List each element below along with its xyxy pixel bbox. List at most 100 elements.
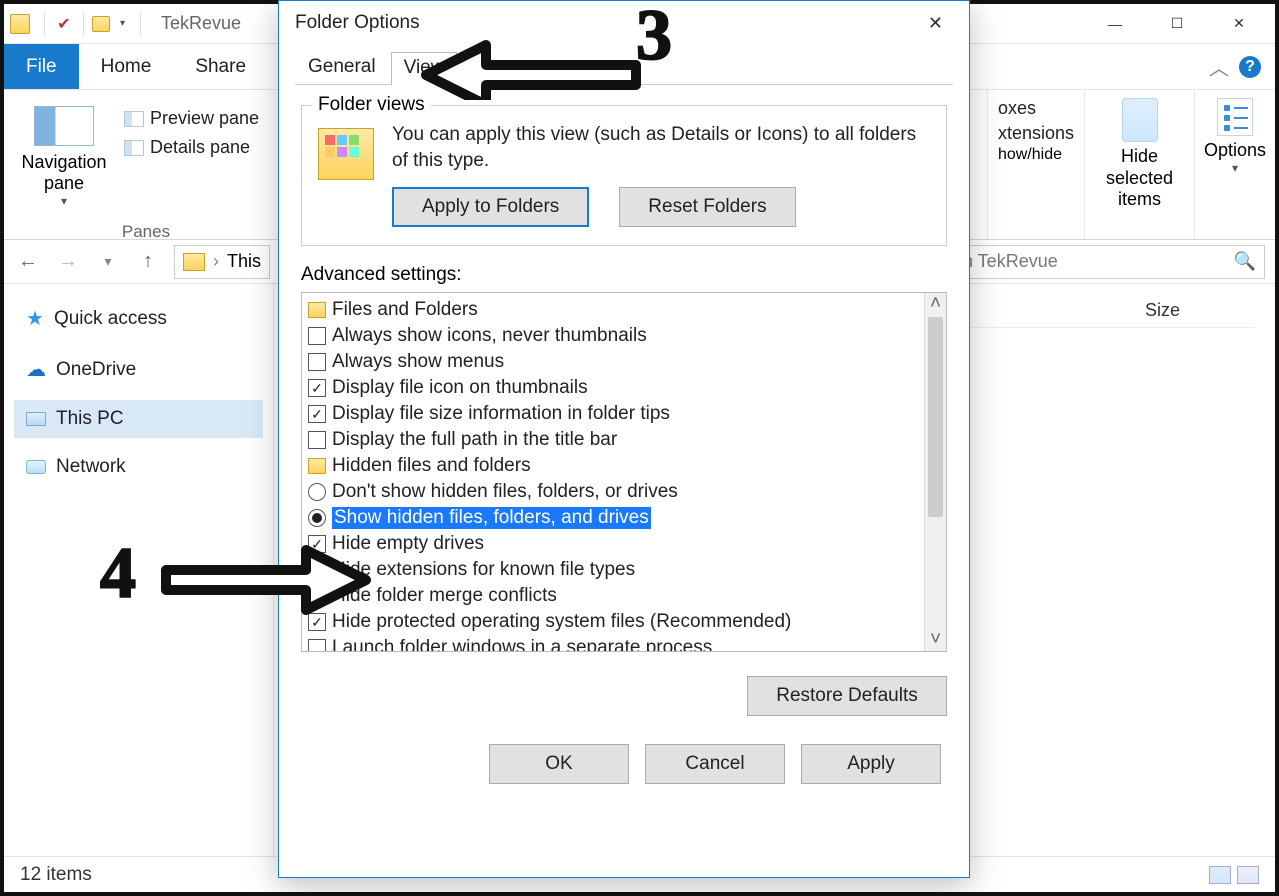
help-icon[interactable]: ? [1239,56,1261,78]
sidebar-item-thispc[interactable]: This PC [14,400,263,438]
tab-share[interactable]: Share [173,44,268,89]
checkbox-icon[interactable] [308,353,326,371]
history-dropdown-icon[interactable]: ▾ [94,248,122,276]
apply-to-folders-button[interactable]: Apply to Folders [392,187,589,227]
folder-views-group: Folder views You can apply this view (su… [301,105,947,246]
ribbon-group-label-panes: Panes [26,222,266,242]
sidebar-item-quickaccess[interactable]: ★Quick access [14,298,263,339]
network-icon [26,460,46,474]
folder-icon [308,458,326,474]
close-button[interactable]: ✕ [1209,7,1269,41]
tree-item-label: Display the full path in the title bar [332,429,617,451]
preview-pane-button[interactable]: Preview pane [122,104,261,133]
tree-item-label: Show hidden files, folders, and drives [332,507,651,529]
checkbox-icon[interactable] [308,327,326,345]
ribbon-text: oxes [998,96,1074,121]
tree-checkbox-item[interactable]: Display file icon on thumbnails [308,375,940,401]
tree-item-label: Display file size information in folder … [332,403,670,425]
tree-subheader: Hidden files and folders [332,455,531,477]
hide-selected-button[interactable]: Hide selected items [1095,146,1184,211]
checkbox-icon[interactable] [308,639,326,652]
view-icons-icon[interactable] [1237,866,1259,884]
scroll-down-icon[interactable]: ˅ [925,629,946,651]
qat-dropdown-icon[interactable]: ▾ [120,18,132,29]
tree-checkbox-item[interactable]: Display file size information in folder … [308,401,940,427]
tree-item-label: Hide protected operating system files (R… [332,611,791,633]
tree-checkbox-item[interactable]: Display the full path in the title bar [308,427,940,453]
tab-general[interactable]: General [295,51,389,84]
ok-button[interactable]: OK [489,744,629,784]
tree-item-label: Launch folder windows in a separate proc… [332,637,712,652]
scroll-thumb[interactable] [928,317,943,517]
apply-button[interactable]: Apply [801,744,941,784]
checkbox-icon[interactable] [308,431,326,449]
annotation-arrow-3 [416,30,646,100]
checkbox-icon[interactable] [308,405,326,423]
qat-newfolder-icon[interactable] [92,16,110,32]
tree-checkbox-item[interactable]: Always show menus [308,349,940,375]
tree-radio-item[interactable]: Show hidden files, folders, and drives [308,505,940,531]
ribbon-group-label-showhide: how/hide [998,146,1074,164]
tab-file[interactable]: File [4,44,79,89]
star-icon: ★ [26,306,44,331]
preview-pane-icon [124,111,144,127]
tree-checkbox-item[interactable]: Hide empty drives [308,531,940,557]
folder-icon [10,14,30,34]
restore-defaults-button[interactable]: Restore Defaults [747,676,947,716]
tree-checkbox-item[interactable]: Always show icons, never thumbnails [308,323,940,349]
separator [83,12,84,36]
tree-checkbox-item[interactable]: Launch folder windows in a separate proc… [308,635,940,652]
options-button[interactable]: Options [1204,140,1266,161]
separator [140,12,141,36]
sidebar-item-onedrive[interactable]: ☁OneDrive [14,349,263,390]
navigation-pane-icon [34,106,94,146]
ribbon-text: xtensions [998,121,1074,146]
status-text: 12 items [20,864,92,886]
back-button[interactable]: ← [14,248,42,276]
annotation-number-4: 4 [100,532,136,615]
radio-icon[interactable] [308,509,326,527]
tree-scrollbar[interactable]: ˄ ˅ [924,293,946,651]
tree-checkbox-item[interactable]: Hide extensions for known file types [308,557,940,583]
tree-checkbox-item[interactable]: Hide protected operating system files (R… [308,609,940,635]
separator [44,12,45,36]
cloud-icon: ☁ [26,357,46,382]
annotation-arrow-4 [156,540,376,620]
group-legend: Folder views [312,94,431,116]
tree-root-label: Files and Folders [332,299,478,321]
up-button[interactable]: ↑ [134,248,162,276]
qat-properties-icon[interactable] [53,13,75,35]
pc-icon [26,412,46,426]
dialog-close-button[interactable]: ✕ [918,9,953,38]
tree-radio-item[interactable]: Don't show hidden files, folders, or dri… [308,479,940,505]
hide-selected-icon [1122,98,1158,142]
search-input[interactable]: ch TekRevue 🔍 [945,245,1265,279]
ribbon-collapse-icon[interactable]: ︿ [1209,52,1229,81]
tree-checkbox-item[interactable]: Hide folder merge conflicts [308,583,940,609]
cancel-button[interactable]: Cancel [645,744,785,784]
advanced-settings-label: Advanced settings: [301,264,947,286]
scroll-up-icon[interactable]: ˄ [925,293,946,315]
minimize-button[interactable]: — [1085,7,1145,41]
tree-item-label: Always show menus [332,351,504,373]
reset-folders-button[interactable]: Reset Folders [619,187,795,227]
options-icon [1217,98,1253,136]
view-details-icon[interactable] [1209,866,1231,884]
tree-item-label: Hide extensions for known file types [332,559,635,581]
folder-icon [183,253,205,271]
radio-icon[interactable] [308,483,326,501]
tree-item-label: Display file icon on thumbnails [332,377,588,399]
checkbox-icon[interactable] [308,379,326,397]
forward-button[interactable]: → [54,248,82,276]
tab-home[interactable]: Home [79,44,174,89]
folder-options-dialog: Folder Options ✕ General View Folder vie… [278,0,970,878]
address-path[interactable]: › This [174,245,270,279]
navigation-pane-button[interactable]: Navigation pane [14,152,114,194]
advanced-settings-tree[interactable]: Files and FoldersAlways show icons, neve… [301,292,947,652]
details-pane-icon [124,140,144,156]
details-pane-button[interactable]: Details pane [122,133,261,162]
col-size[interactable]: Size [1145,300,1255,321]
maximize-button[interactable]: ☐ [1147,7,1207,41]
window-title: TekRevue [161,13,241,34]
sidebar-item-network[interactable]: Network [14,448,263,486]
